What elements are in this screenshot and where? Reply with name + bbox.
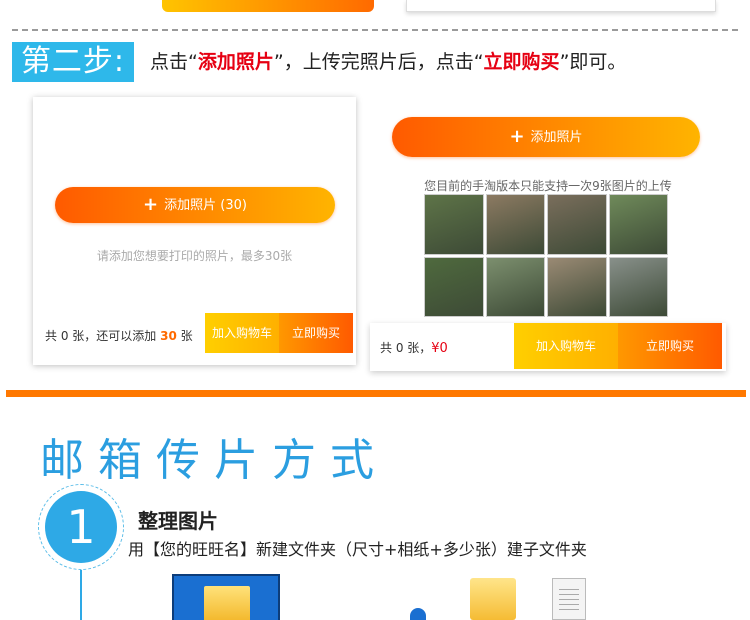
monkey-photo-1[interactable] [424,194,484,255]
photo-grid [424,194,668,317]
monkey-photo-2[interactable] [485,194,545,255]
add-photo-label: 添加照片 [530,130,583,145]
step2-instruction: 点击“添加照片”，上传完照片后，点击“立即购买”即可。 [150,50,626,74]
upload-panel-filled: + 添加照片 您目前的手淘版本只能支持一次9张图片的上传 共 0 张，¥0 加入购… [370,97,726,371]
instruction-pre: 点击“ [150,51,198,73]
previous-add-photo-button[interactable] [162,0,374,12]
photo-count: 共 0 张，还可以添加 30 张 [45,327,193,344]
buy-now-button[interactable]: 立即购买 [279,313,353,353]
organize-title: 整理图片 [138,509,218,533]
buy-now-button-right[interactable]: 立即购买 [618,323,722,369]
folder-icon [204,586,250,620]
document-icon [552,578,586,620]
monkey-photo-6[interactable] [485,256,545,317]
monkey-photo-8[interactable] [608,256,668,317]
count-pre: 共 0 张，还可以添加 [45,329,161,343]
add-photo-button[interactable]: + 添加照片 (30) [55,187,335,223]
step2-badge: 第二步: [12,42,134,82]
folder-icon [470,578,516,620]
add-to-cart-button-right[interactable]: 加入购物车 [514,323,618,369]
arrow-icon [410,608,426,620]
add-to-cart-button[interactable]: 加入购物车 [205,313,279,353]
instruction-mid: ”，上传完照片后，点击“ [273,51,484,73]
monkey-photo-3[interactable] [547,194,607,255]
photo-count-right: 共 0 张，¥0 [380,339,448,356]
plus-icon: + [509,126,525,147]
add-photo-highlight: 添加照片 [197,51,274,73]
step-number-badge: 1 [45,491,117,563]
section-divider [6,390,746,397]
upload-hint: 请添加您想要打印的照片，最多30张 [96,249,293,263]
count-remaining: 30 [160,329,177,343]
mail-section-title: 邮箱传片方式 [40,435,388,486]
organize-description: 用【您的旺旺名】新建文件夹（尺寸+相纸+多少张）建子文件夹 [128,540,587,559]
step2-row: 第二步: 点击“添加照片”，上传完照片后，点击“立即购买”即可。 [12,42,742,82]
total-price: ¥0 [431,341,448,356]
version-hint: 您目前的手淘版本只能支持一次9张图片的上传 [424,179,672,193]
add-photo-label: 添加照片 (30) [164,198,247,213]
buy-highlight: 立即购买 [483,51,560,73]
count-post: 张 [176,329,193,343]
step-connector-line [80,570,82,620]
upload-panel-empty: + 添加照片 (30) 请添加您想要打印的照片，最多30张 共 0 张，还可以添加… [33,97,356,365]
previous-step-remnant [0,0,750,16]
windows-folder-icon [172,574,280,620]
count-pre: 共 0 张， [380,341,432,355]
dashed-divider [12,29,738,31]
monkey-photo-5[interactable] [424,256,484,317]
instruction-post: ”即可。 [559,51,627,73]
previous-card [406,0,716,12]
plus-icon: + [143,194,159,215]
monkey-photo-7[interactable] [547,256,607,317]
monkey-photo-4[interactable] [608,194,668,255]
add-photo-button-right[interactable]: + 添加照片 [392,117,700,157]
